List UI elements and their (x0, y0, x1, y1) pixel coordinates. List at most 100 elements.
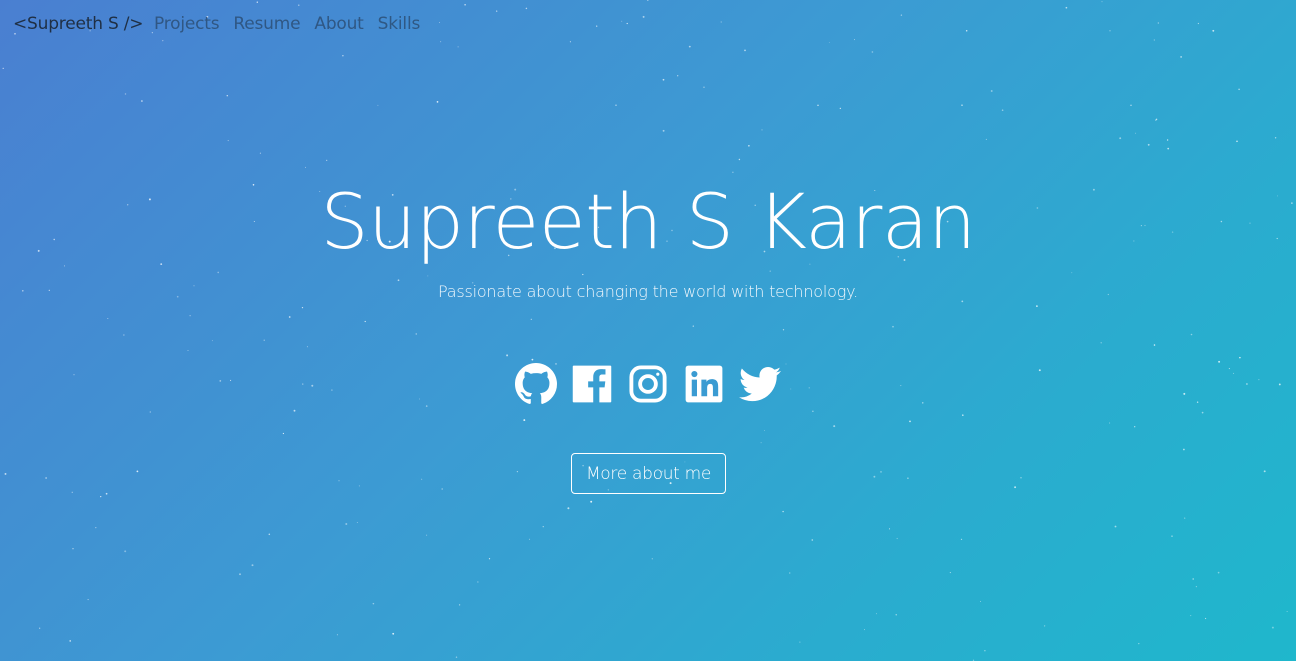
star-dot (1239, 356, 1241, 359)
star-dot (782, 329, 785, 331)
star-dot (356, 522, 358, 524)
star-dot (892, 325, 894, 328)
star-dot (761, 129, 763, 131)
star-dot (1138, 643, 1140, 645)
star-dot (4, 472, 7, 475)
star-dot (336, 634, 338, 636)
star-dot (542, 526, 544, 528)
twitter-link[interactable] (738, 362, 782, 406)
facebook-link[interactable] (570, 362, 614, 406)
star-dot (149, 411, 151, 413)
nav-link-skills[interactable]: Skills (378, 14, 421, 34)
star-dot (833, 425, 836, 428)
star-dot (1180, 56, 1182, 58)
star-dot (1130, 104, 1132, 106)
star-dot (1184, 517, 1186, 519)
star-dot (738, 158, 741, 161)
star-dot (984, 650, 986, 652)
star-dot (105, 492, 108, 495)
star-dot (211, 340, 213, 342)
star-dot (1183, 448, 1185, 451)
star-dot (839, 107, 841, 109)
star-dot (748, 145, 750, 147)
star-dot (364, 320, 366, 323)
star-dot (615, 104, 617, 106)
star-dot (949, 572, 951, 574)
star-dot (140, 100, 143, 102)
star-dot (326, 159, 328, 162)
nav-link-about[interactable]: About (314, 14, 363, 34)
star-dot (2, 67, 4, 70)
star-dot (124, 93, 127, 95)
star-dot (895, 614, 897, 616)
star-dot (1114, 525, 1117, 528)
star-dot (1192, 578, 1195, 580)
star-dot (662, 129, 665, 132)
star-dot (1217, 571, 1220, 574)
star-dot (124, 550, 127, 553)
star-dot (1166, 139, 1169, 141)
star-dot (1001, 109, 1004, 112)
star-dot (764, 430, 765, 431)
star-dot (1238, 88, 1240, 91)
star-dot (227, 140, 229, 142)
star-dot (441, 488, 444, 490)
star-dot (1195, 585, 1198, 588)
star-dot (864, 629, 865, 631)
star-dot (782, 510, 784, 513)
github-icon (515, 363, 557, 404)
hero-tagline: Passionate about changing the world with… (437, 282, 858, 301)
star-dot (703, 86, 705, 88)
instagram-link[interactable] (626, 362, 670, 406)
star-dot (1109, 422, 1111, 424)
star-dot (567, 507, 570, 510)
more-about-me-button[interactable]: More about me (571, 453, 726, 494)
star-dot (458, 604, 461, 606)
brand-logo-link[interactable]: <Supreeth S /> (13, 14, 144, 34)
star-dot (888, 528, 891, 530)
nav-link-resume[interactable]: Resume (233, 14, 300, 34)
star-dot (1147, 143, 1150, 146)
star-dot (651, 558, 653, 560)
star-dot (426, 534, 428, 536)
nav-link-projects[interactable]: Projects (154, 14, 220, 34)
star-dot (1155, 118, 1158, 120)
star-dot (136, 470, 139, 473)
star-dot (1020, 477, 1022, 479)
linkedin-link[interactable] (682, 362, 726, 406)
star-dot (985, 138, 987, 140)
star-dot (301, 306, 304, 309)
star-dot (288, 316, 291, 318)
instagram-icon (629, 365, 667, 403)
star-dot (909, 420, 911, 423)
star-dot (477, 581, 479, 583)
nav-links: Projects Resume About Skills (154, 14, 434, 34)
star-dot (760, 442, 762, 444)
github-link[interactable] (514, 362, 558, 406)
star-dot (817, 104, 819, 107)
star-dot (523, 419, 526, 422)
star-dot (488, 558, 491, 560)
star-dot (662, 78, 665, 81)
star-dot (415, 333, 417, 335)
star-dot (421, 478, 423, 480)
star-dot (1043, 625, 1046, 627)
star-dot (1205, 617, 1207, 620)
star-dot (531, 358, 534, 361)
star-dot (69, 640, 72, 642)
star-dot (226, 94, 229, 97)
star-dot (1135, 132, 1137, 134)
star-dot (516, 470, 519, 473)
star-dot (1014, 486, 1017, 489)
star-dot (1171, 535, 1173, 537)
star-dot (907, 477, 909, 480)
star-dot (1155, 119, 1157, 121)
twitter-icon (739, 366, 781, 402)
star-dot (107, 317, 109, 320)
star-dot (811, 539, 814, 541)
star-dot (251, 564, 254, 567)
facebook-icon (572, 365, 612, 403)
star-dot (812, 410, 814, 412)
star-dot (1271, 626, 1274, 629)
hero-title: Supreeth S Karan (320, 177, 976, 266)
